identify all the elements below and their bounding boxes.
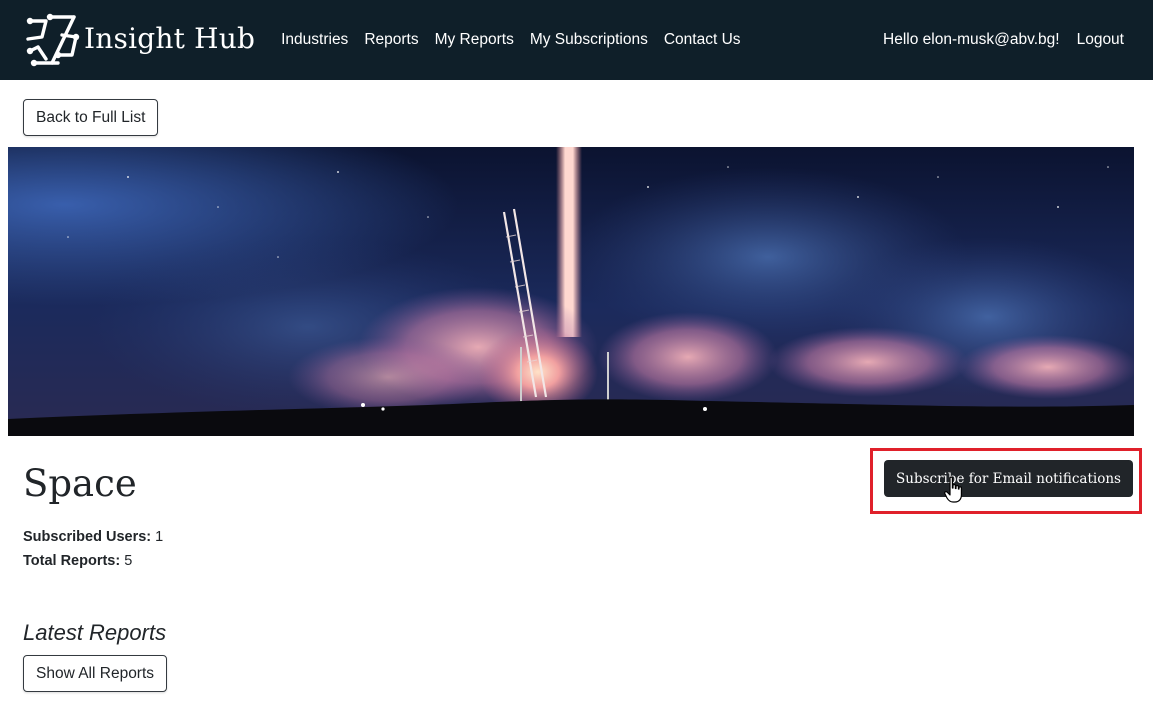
nav-link-my-reports[interactable]: My Reports xyxy=(435,31,514,49)
industry-title: Space xyxy=(23,462,137,505)
subscribed-users-stat: Subscribed Users: 1 xyxy=(23,529,163,545)
back-to-full-list-button[interactable]: Back to Full List xyxy=(23,99,159,136)
total-reports-value: 5 xyxy=(124,553,133,569)
nav-link-contact-us[interactable]: Contact Us xyxy=(664,31,741,49)
industry-banner-image xyxy=(8,147,1134,436)
subscribed-users-value: 1 xyxy=(155,529,164,545)
user-greeting[interactable]: Hello elon-musk@abv.bg! xyxy=(883,31,1060,49)
brand-name: Insight Hub xyxy=(84,21,256,55)
nav-link-my-subscriptions[interactable]: My Subscriptions xyxy=(530,31,648,49)
total-reports-label: Total Reports: xyxy=(23,553,121,569)
rocket-launch-image-icon xyxy=(8,147,1134,436)
nav-link-industries[interactable]: Industries xyxy=(281,31,348,49)
nav-link-reports[interactable]: Reports xyxy=(364,31,418,49)
logout-link[interactable]: Logout xyxy=(1077,31,1124,49)
user-menu: Hello elon-musk@abv.bg! Logout xyxy=(883,0,1124,80)
nav-links: Industries Reports My Reports My Subscri… xyxy=(281,0,756,80)
brand[interactable]: Insight Hub xyxy=(24,0,255,80)
total-reports-stat: Total Reports: 5 xyxy=(23,553,132,569)
subscribe-email-notifications-button[interactable]: Subscribe for Email notifications xyxy=(884,460,1133,497)
navbar: Insight Hub Industries Reports My Report… xyxy=(0,0,1153,80)
show-all-reports-button[interactable]: Show All Reports xyxy=(23,655,168,692)
latest-reports-heading: Latest Reports xyxy=(23,620,167,645)
subscribed-users-label: Subscribed Users: xyxy=(23,529,152,545)
puzzle-network-logo-icon xyxy=(26,13,80,67)
